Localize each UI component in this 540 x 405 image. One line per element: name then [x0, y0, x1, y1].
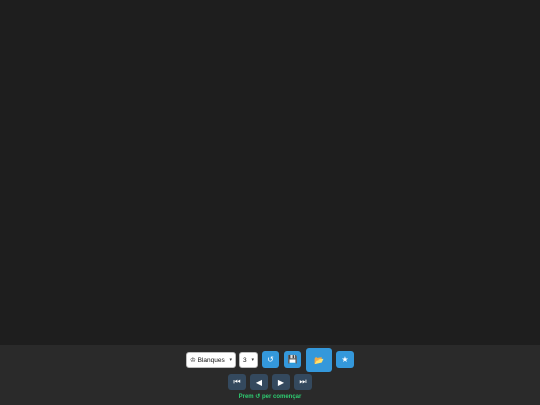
- level-select[interactable]: 3 ▾: [239, 352, 258, 368]
- toolbar: ♔ Blanques ▾ 3 ▾ ↺ 💾 📂 ★: [0, 348, 540, 373]
- move-navigation: ⏮ ◀ ▶ ⏭: [0, 373, 540, 393]
- save-icon: 💾: [287, 355, 298, 364]
- folder-icon: 📂: [314, 355, 324, 365]
- triangle-left-icon: ◀: [255, 377, 263, 387]
- last-move-button[interactable]: ⏭: [294, 374, 312, 390]
- control-panel: ♔ Blanques ▾ 3 ▾ ↺ 💾 📂 ★ ⏮ ◀ ▶ ⏭ Prem ↺ …: [0, 345, 540, 405]
- skip-end-icon: ⏭: [299, 377, 307, 386]
- open-button[interactable]: 📂: [306, 348, 332, 372]
- restart-icon: ↺: [267, 355, 274, 364]
- skip-start-icon: ⏮: [233, 377, 241, 386]
- first-move-button[interactable]: ⏮: [228, 374, 246, 390]
- favorite-button[interactable]: ★: [336, 351, 354, 368]
- level-select-value: 3: [243, 356, 247, 364]
- board-area[interactable]: [0, 0, 540, 345]
- previous-move-button[interactable]: ◀: [250, 374, 268, 390]
- chevron-down-icon: ▾: [251, 357, 254, 363]
- color-select-value: ♔ Blanques: [190, 357, 225, 364]
- status-message: Prem ↺ per començar: [238, 394, 302, 400]
- save-button[interactable]: 💾: [284, 351, 301, 368]
- color-select[interactable]: ♔ Blanques ▾: [186, 352, 236, 368]
- chevron-down-icon: ▾: [229, 357, 232, 363]
- triangle-right-icon: ▶: [277, 377, 285, 387]
- restart-button[interactable]: ↺: [262, 351, 279, 368]
- next-move-button[interactable]: ▶: [272, 374, 290, 390]
- star-icon: ★: [341, 355, 349, 364]
